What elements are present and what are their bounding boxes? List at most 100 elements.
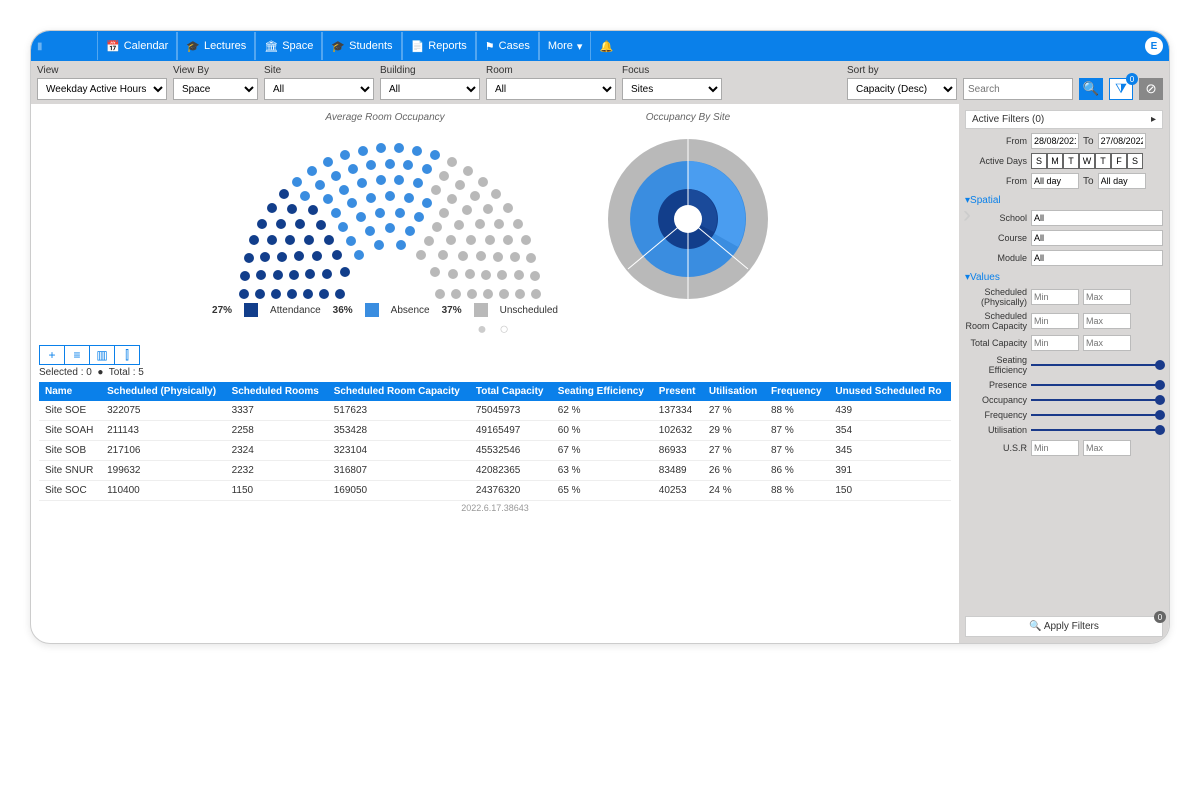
legend-att-pct: 27% [212,305,232,316]
sortby-label: Sort by [847,65,957,76]
focus-select[interactable]: Sites [622,78,722,100]
sp-min[interactable] [1031,289,1079,305]
apply-count-badge: 0 [1154,611,1166,623]
tc-min[interactable] [1031,335,1079,351]
frequency-slider[interactable] [1031,414,1163,416]
view-label: View [37,65,167,76]
view-select[interactable]: Weekday Active Hours [37,78,167,100]
tool-chart[interactable]: ⫿ [114,345,140,365]
legend-att-lbl: Attendance [270,305,321,316]
legend-uns-lbl: Unscheduled [500,305,558,316]
table-row[interactable]: Site SNUR19963222323168074208236563 %834… [39,461,951,481]
legend-abs-pct: 36% [333,305,353,316]
table-header[interactable]: Seating Efficiency [552,382,653,401]
school-input[interactable] [1031,210,1163,226]
viewby-label: View By [173,65,258,76]
room-select[interactable]: All [486,78,616,100]
table-row[interactable]: Site SOC11040011501690502437632065 %4025… [39,481,951,501]
to-date-input[interactable] [1098,133,1146,149]
clear-button[interactable]: ⊘ [1139,78,1163,100]
day-toggle[interactable]: W [1079,153,1095,169]
user-avatar[interactable]: E [1145,37,1163,55]
sp-max[interactable] [1083,289,1131,305]
table-header[interactable]: Name [39,382,101,401]
hemi-chart-title: Average Room Occupancy [212,112,558,123]
sunburst-chart [598,129,778,309]
day-toggle[interactable]: F [1111,153,1127,169]
chart-next-icon[interactable]: › [963,201,971,229]
day-toggle[interactable]: M [1047,153,1063,169]
table-header[interactable]: Total Capacity [470,382,552,401]
selection-info: Selected : 0 ● Total : 5 [39,367,951,378]
table-header[interactable]: Scheduled Room Capacity [328,382,470,401]
day-toggle[interactable]: S [1127,153,1143,169]
sites-table: NameScheduled (Physically)Scheduled Room… [39,382,951,501]
day-toggle[interactable]: T [1063,153,1079,169]
sc-min[interactable] [1031,313,1079,329]
sc-max[interactable] [1083,313,1131,329]
tool-list[interactable]: ≡ [64,345,90,365]
table-header[interactable]: Present [653,382,703,401]
table-row[interactable]: Site SOE32207533375176237504597362 %1373… [39,401,951,421]
usr-max[interactable] [1083,440,1131,456]
focus-label: Focus [622,65,722,76]
filter-count-badge: 0 [1126,73,1138,85]
day-toggle[interactable]: T [1095,153,1111,169]
viewby-select[interactable]: Space [173,78,258,100]
chevron-right-icon: ▸ [1151,114,1156,125]
usr-min[interactable] [1031,440,1079,456]
sortby-select[interactable]: Capacity (Desc) [847,78,957,100]
table-header[interactable]: Frequency [765,382,829,401]
site-select[interactable]: All [264,78,374,100]
nav-students[interactable]: 🎓 Students [322,32,401,60]
table-header[interactable]: Scheduled Rooms [226,382,328,401]
values-section[interactable]: ▾Values [965,272,1163,283]
module-input[interactable] [1031,250,1163,266]
top-navbar: ▮ 📅 Calendar 🎓 Lectures 🏛 Space 🎓 Studen… [31,31,1169,61]
view-toolbar: + ≡ ▥ ⫿ [39,345,951,365]
table-row[interactable]: Site SOAH21114322583534284916549760 %102… [39,421,951,441]
room-label: Room [486,65,616,76]
nav-bell-icon[interactable]: 🔔 [591,32,621,60]
chart-pager[interactable]: ● ○ [39,321,951,339]
nav-calendar[interactable]: 📅 Calendar [97,32,177,60]
donut-chart-title: Occupancy By Site [598,112,778,123]
table-row[interactable]: Site SOB21710623243231044553254667 %8693… [39,441,951,461]
legend-att-swatch [244,303,258,317]
nav-more[interactable]: More▾ [539,32,592,60]
legend-uns-pct: 37% [442,305,462,316]
hemicycle-chart [245,129,525,299]
tool-columns[interactable]: ▥ [89,345,115,365]
nav-reports[interactable]: 📄 Reports [402,32,476,60]
apply-filters-button[interactable]: 🔍 Apply Filters0 [965,616,1163,637]
seating-slider[interactable] [1031,364,1163,366]
search-input[interactable] [963,78,1073,100]
utilisation-slider[interactable] [1031,429,1163,431]
filter-sidebar: Active Filters (0)▸ FromTo Active DaysSM… [959,104,1169,643]
occupancy-slider[interactable] [1031,399,1163,401]
building-select[interactable]: All [380,78,480,100]
table-header[interactable]: Unused Scheduled Ro [829,382,951,401]
site-label: Site [264,65,374,76]
spatial-section[interactable]: ▾Spatial [965,195,1163,206]
filter-bar: View Weekday Active Hours View By Space Si… [31,61,1169,104]
nav-space[interactable]: 🏛 Space [255,32,322,60]
active-filters-toggle[interactable]: Active Filters (0)▸ [965,110,1163,129]
version-label: 2022.6.17.38643 [39,503,951,513]
nav-lectures[interactable]: 🎓 Lectures [177,32,255,60]
search-button[interactable]: 🔍 [1079,78,1103,100]
to-time-input[interactable] [1098,173,1146,189]
tool-add[interactable]: + [39,345,65,365]
day-toggle[interactable]: S [1031,153,1047,169]
nav-cases[interactable]: ⚑ Cases [476,32,539,60]
tc-max[interactable] [1083,335,1131,351]
building-label: Building [380,65,480,76]
from-date-input[interactable] [1031,133,1079,149]
from-time-input[interactable] [1031,173,1079,189]
course-input[interactable] [1031,230,1163,246]
table-header[interactable]: Scheduled (Physically) [101,382,225,401]
legend-uns-swatch [474,303,488,317]
table-header[interactable]: Utilisation [703,382,765,401]
presence-slider[interactable] [1031,384,1163,386]
legend-abs-swatch [365,303,379,317]
